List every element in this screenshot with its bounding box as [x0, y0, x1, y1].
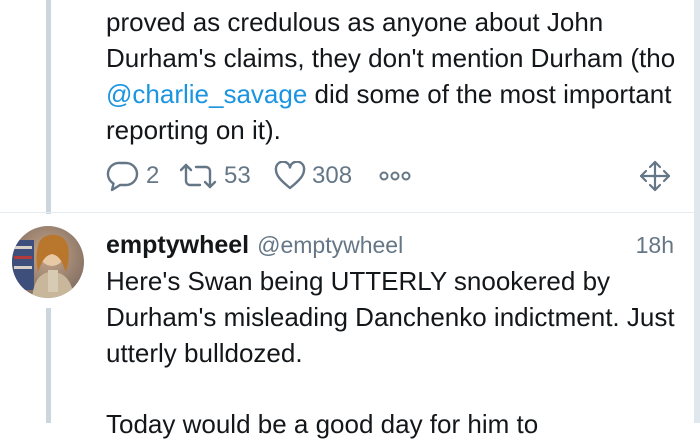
retweet-count: 53: [224, 162, 251, 189]
like-button[interactable]: 308: [274, 158, 352, 194]
like-count: 308: [312, 162, 353, 189]
tweet-divider: [0, 212, 694, 213]
avatar[interactable]: [12, 226, 84, 298]
heart-icon: [274, 161, 306, 191]
timeline-border: [694, 0, 700, 423]
retweet-icon: [178, 161, 218, 191]
reply-button[interactable]: 2: [106, 158, 159, 194]
reply-icon: [106, 160, 140, 192]
move-icon: [638, 159, 672, 193]
tweet-text: Here's Swan being UTTERLY snookered by D…: [106, 266, 675, 368]
thread-connector-line: [46, 0, 51, 214]
user-handle[interactable]: @emptywheel: [257, 232, 403, 259]
tweet-header: emptywheel @emptywheel 18h: [106, 227, 674, 263]
tweet-text-continued: Today would be a good day for him to: [106, 409, 539, 439]
tweet-actions: 2 53 308: [106, 158, 686, 194]
mention-link[interactable]: @charlie_savage: [106, 79, 307, 109]
retweet-button[interactable]: 53: [178, 158, 251, 194]
more-button[interactable]: [378, 158, 412, 194]
thread-connector-line: [46, 308, 51, 423]
move-button[interactable]: [638, 158, 672, 194]
timestamp[interactable]: 18h: [636, 227, 674, 263]
tweet-text: proved as credulous as anyone about John…: [106, 7, 676, 145]
more-icon: [378, 166, 412, 186]
reply-count: 2: [146, 162, 160, 189]
display-name[interactable]: emptywheel: [106, 231, 249, 260]
